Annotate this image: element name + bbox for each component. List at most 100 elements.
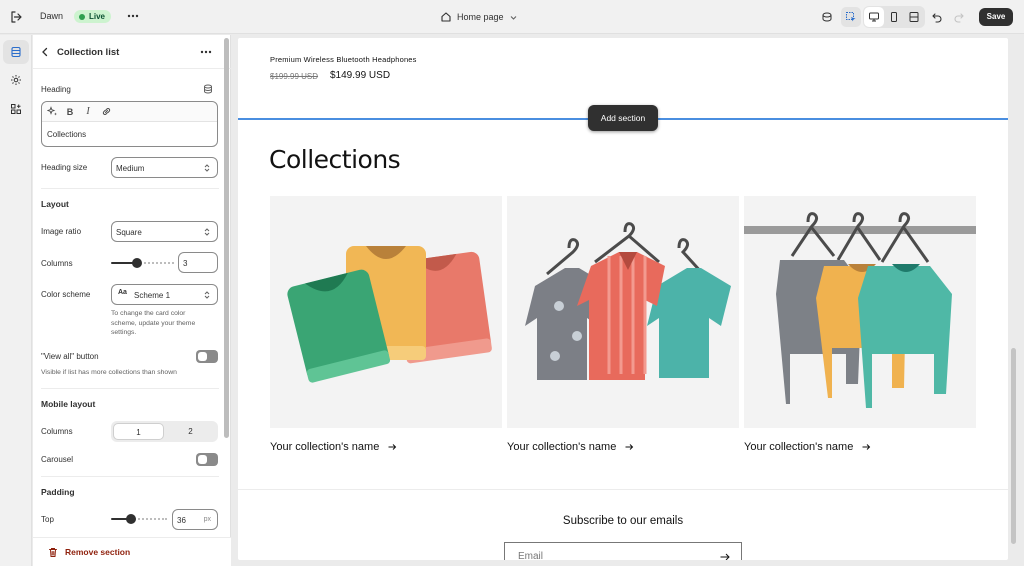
toggle-knob	[198, 455, 207, 464]
divider	[41, 476, 219, 477]
heading-size-label: Heading size	[41, 163, 88, 172]
collection-card-title[interactable]: Your collection's name	[270, 441, 397, 453]
color-scheme-select[interactable]: Aa Scheme 1	[111, 284, 218, 305]
compare-at-price: $199.99 USD	[270, 72, 319, 81]
italic-icon[interactable]: I	[82, 106, 94, 118]
product-name[interactable]: Premium Wireless Bluetooth Headphones	[270, 55, 417, 64]
view-all-help: Visible if list has more collections tha…	[41, 369, 177, 376]
more-actions-icon[interactable]	[126, 9, 140, 23]
padding-title: Padding	[41, 487, 75, 497]
collection-card-title[interactable]: Your collection's name	[744, 441, 871, 453]
rte-toolbar: B I	[42, 102, 217, 122]
apps-icon[interactable]	[3, 97, 29, 121]
add-section-button[interactable]: Add section	[588, 105, 658, 131]
panel-title: Collection list	[57, 47, 120, 58]
ai-sparkle-icon[interactable]	[46, 106, 58, 118]
remove-section-button[interactable]: Remove section	[33, 537, 231, 566]
layout-title: Layout	[41, 199, 69, 209]
exit-icon[interactable]	[8, 9, 24, 25]
carousel-toggle[interactable]	[196, 453, 218, 466]
help-line: To change the card color	[111, 310, 186, 317]
toggle-knob	[198, 352, 207, 361]
columns-value: 3	[183, 258, 188, 268]
collections-heading[interactable]: Collections	[269, 145, 401, 174]
sections-icon[interactable]	[3, 40, 29, 64]
theme-name: Dawn	[40, 11, 64, 21]
save-button[interactable]: Save	[979, 8, 1013, 26]
undo-icon[interactable]	[927, 7, 947, 27]
back-icon[interactable]	[39, 45, 51, 59]
mobile-columns-toggle: 1 2	[111, 421, 218, 442]
desktop-view-icon[interactable]	[864, 7, 884, 27]
help-line: settings.	[111, 329, 137, 336]
live-badge: Live	[74, 10, 112, 23]
collection-card-image[interactable]	[507, 196, 739, 428]
sweaters-on-rail-illustration	[744, 212, 976, 408]
select-chevron-icon	[204, 291, 210, 299]
page-selector-label: Home page	[457, 12, 504, 22]
image-ratio-select[interactable]: Square	[111, 221, 218, 242]
arrow-right-icon	[625, 444, 634, 450]
preview-scrollbar[interactable]	[1011, 348, 1016, 544]
inspector-icon[interactable]	[841, 7, 861, 27]
arrow-right-icon	[388, 444, 397, 450]
settings-panel: Collection list Heading B I Collections …	[33, 35, 231, 566]
top-padding-input[interactable]: 36 px	[172, 509, 218, 530]
left-rail	[0, 35, 32, 566]
dynamic-source-icon[interactable]	[202, 83, 214, 97]
image-ratio-label: Image ratio	[41, 227, 82, 236]
columns-label: Columns	[41, 259, 73, 268]
redo-icon[interactable]	[949, 7, 969, 27]
top-padding-label: Top	[41, 515, 54, 524]
arrow-right-icon	[862, 444, 871, 450]
view-all-toggle[interactable]	[196, 350, 218, 363]
collection-card-name: Your collection's name	[507, 441, 617, 453]
carousel-label: Carousel	[41, 455, 74, 464]
select-chevron-icon	[204, 228, 210, 236]
mobile-columns-option-1[interactable]: 1	[113, 423, 164, 440]
collection-card-image[interactable]	[270, 196, 502, 428]
columns-input[interactable]: 3	[178, 252, 218, 273]
arrow-right-icon[interactable]	[719, 551, 731, 560]
color-scheme-label: Color scheme	[41, 290, 91, 299]
slider-track	[131, 518, 167, 520]
select-chevron-icon	[204, 164, 210, 172]
slider-thumb[interactable]	[126, 514, 136, 524]
storefront-preview: Premium Wireless Bluetooth Headphones $1…	[238, 38, 1008, 560]
fullscreen-view-icon[interactable]	[904, 7, 924, 27]
columns-slider[interactable]	[111, 258, 174, 268]
email-placeholder: Email	[518, 551, 544, 560]
mobile-view-icon[interactable]	[884, 7, 904, 27]
link-icon[interactable]	[100, 106, 112, 118]
app-embeds-icon[interactable]	[817, 7, 837, 27]
trash-icon	[49, 548, 57, 557]
color-scheme-value: Scheme 1	[134, 290, 171, 300]
heading-editor[interactable]: B I Collections	[41, 101, 218, 147]
heading-value: Collections	[47, 130, 87, 139]
collection-card-image[interactable]	[744, 196, 976, 428]
mobile-columns-option-2[interactable]: 2	[165, 423, 216, 440]
color-scheme-help: To change the card color scheme, update …	[111, 309, 195, 338]
top-bar: Dawn Live Home page Save	[0, 0, 1024, 34]
collection-card-title[interactable]: Your collection's name	[507, 441, 634, 453]
heading-size-select[interactable]: Medium	[111, 157, 218, 178]
theme-settings-icon[interactable]	[3, 68, 29, 92]
panel-scrollbar[interactable]	[224, 38, 229, 438]
slider-track	[139, 262, 174, 264]
image-ratio-value: Square	[116, 227, 142, 237]
top-padding-unit: px	[203, 516, 211, 523]
bold-icon[interactable]: B	[64, 106, 76, 118]
newsletter-title[interactable]: Subscribe to our emails	[238, 515, 1008, 527]
heading-size-value: Medium	[116, 163, 145, 173]
section-more-icon[interactable]	[199, 45, 213, 59]
top-padding-slider[interactable]	[111, 514, 167, 524]
top-padding-value: 36	[177, 515, 186, 525]
divider	[41, 188, 219, 189]
slider-thumb[interactable]	[132, 258, 142, 268]
page-selector[interactable]: Home page	[440, 10, 518, 24]
home-icon	[441, 12, 451, 22]
chevron-down-icon	[510, 15, 516, 20]
email-field[interactable]: Email	[504, 542, 742, 560]
divider	[41, 388, 219, 389]
color-swatch-icon: Aa	[118, 289, 127, 296]
